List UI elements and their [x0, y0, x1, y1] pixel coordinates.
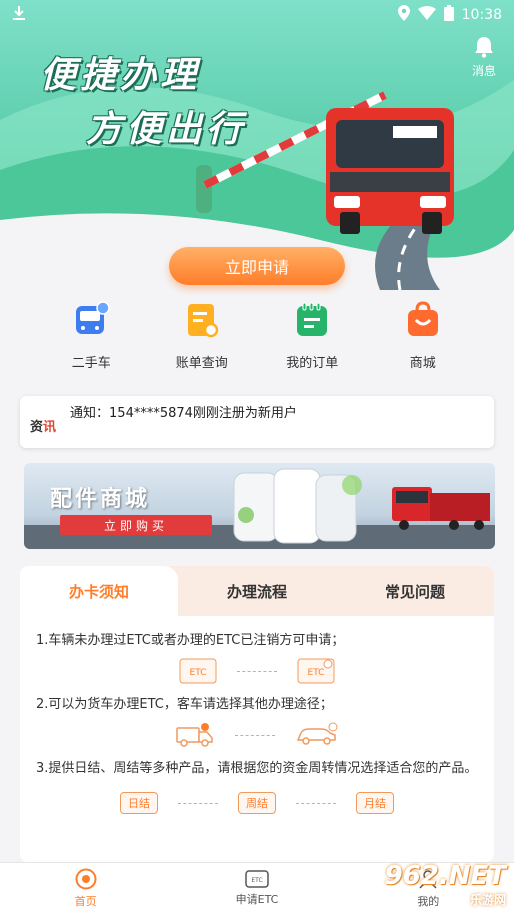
bottom-nav: 首页 ETC 申请ETC 我的 962.NET 乐游网 [0, 861, 514, 914]
info-card: 办卡须知 办理流程 常见问题 1.车辆未办理过ETC或者办理的ETC已注销方可申… [20, 566, 494, 862]
quick-item-label: 我的订单 [286, 356, 339, 371]
hero-slogan-line1: 便捷办理 [40, 55, 201, 96]
nav-apply-etc[interactable]: ETC 申请ETC [171, 863, 342, 914]
shopping-bag-icon [407, 301, 438, 336]
download-icon [12, 5, 26, 25]
svg-text:ETC: ETC [308, 668, 325, 678]
notice-tag: 资讯 [30, 420, 57, 435]
order-icon [297, 302, 328, 336]
apply-now-button[interactable]: 立即申请 [169, 247, 345, 285]
bus-icon [76, 301, 110, 334]
etc-card-icon: ETC [245, 870, 269, 888]
quick-item-mall[interactable]: 商城 [383, 300, 463, 371]
quick-item-label: 商城 [409, 356, 436, 371]
bill-search-icon [187, 304, 218, 338]
daily-settlement-pill: 日结 [120, 792, 158, 814]
banner-title: 配件商城 [50, 487, 151, 512]
watermark: 962.NET 乐游网 [384, 861, 506, 907]
nav-home[interactable]: 首页 [0, 863, 171, 914]
connector-line [296, 802, 336, 804]
nav-label: 首页 [74, 895, 97, 908]
notice-ticker[interactable]: 资讯 通知：154****5874刚刚注册为新用户 [20, 396, 494, 448]
wifi-icon [417, 6, 436, 24]
home-icon [75, 868, 97, 890]
truck-icon [176, 723, 213, 747]
settlement-options: 日结 周结 月结 [20, 792, 494, 814]
quick-item-my-orders[interactable]: 我的订单 [272, 300, 352, 371]
parts-mall-banner[interactable]: 配件商城 立即购买 [24, 463, 495, 549]
car-icon [296, 722, 338, 745]
connector-line [178, 802, 218, 804]
weekly-settlement-pill: 周结 [238, 792, 276, 814]
quick-menu: 二手车 账单查询 我的订单 商城 [0, 300, 514, 371]
rule-2: 2.可以为货车办理ETC，客车请选择其他办理途径； [36, 697, 333, 712]
svg-text:ETC: ETC [251, 877, 262, 884]
etc-card-icons: ETC ETC [20, 658, 494, 684]
location-icon [397, 5, 410, 25]
hero-slogan-line2: 方便出行 [86, 109, 247, 150]
etc-card-icon: ETC [179, 658, 217, 684]
buy-now-button[interactable]: 立即购买 [60, 515, 212, 535]
quick-item-bill-query[interactable]: 账单查询 [162, 300, 242, 371]
quick-item-label: 二手车 [71, 356, 111, 371]
status-bar: 10:38 [0, 0, 514, 30]
quick-item-label: 账单查询 [175, 356, 228, 371]
quick-item-used-car[interactable]: 二手车 [51, 300, 131, 371]
tab-process[interactable]: 办理流程 [178, 566, 336, 616]
battery-icon [443, 5, 454, 25]
connector-line [235, 734, 275, 736]
notice-text: 通知：154****5874刚刚注册为新用户 [70, 406, 297, 421]
tab-card-notes[interactable]: 办卡须知 [20, 566, 178, 616]
tab-faq[interactable]: 常见问题 [336, 566, 494, 616]
vehicle-icons [20, 722, 494, 748]
messages-button[interactable]: 消息 [472, 36, 496, 79]
bell-icon [474, 37, 493, 58]
messages-label: 消息 [471, 64, 496, 78]
svg-text:ETC: ETC [190, 668, 207, 678]
connector-line [237, 670, 277, 672]
status-time: 10:38 [461, 7, 502, 23]
monthly-settlement-pill: 月结 [356, 792, 394, 814]
rule-1: 1.车辆未办理过ETC或者办理的ETC已注销方可申请； [36, 633, 345, 648]
rule-3: 3.提供日结、周结等多种产品，请根据您的资金周转情况选择适合您的产品。 [36, 761, 478, 776]
info-tabs: 办卡须知 办理流程 常见问题 [20, 566, 494, 616]
etc-card-cancelled-icon: ETC [297, 658, 335, 684]
nav-label: 申请ETC [235, 893, 279, 906]
